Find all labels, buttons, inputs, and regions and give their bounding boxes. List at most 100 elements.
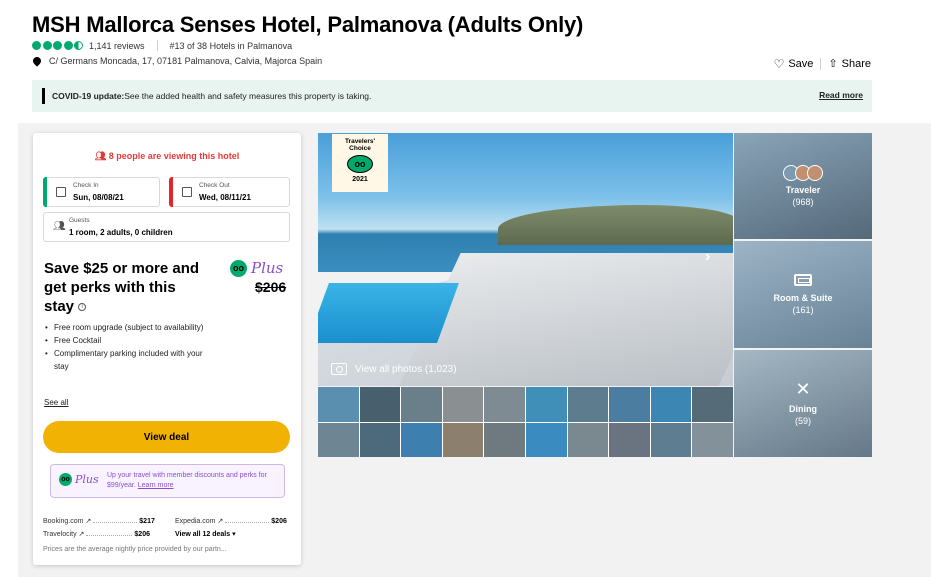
photo-thumbnail[interactable] bbox=[650, 387, 692, 422]
covid-label: COVID-19 update: bbox=[52, 91, 125, 101]
photo-thumbnail[interactable] bbox=[609, 387, 650, 422]
offer-price: $217 bbox=[139, 518, 155, 525]
photo-thumbnail[interactable] bbox=[359, 387, 401, 422]
rating-bubble-icon bbox=[53, 41, 62, 50]
photo-thumbnail[interactable] bbox=[525, 422, 567, 457]
perk-item: Free room upgrade (subject to availabili… bbox=[45, 321, 215, 334]
hotel-rank[interactable]: #13 of 38 Hotels in Palmanova bbox=[170, 41, 293, 51]
plus-promo-box: oo Plus Up your travel with member disco… bbox=[50, 464, 285, 498]
avatar bbox=[807, 164, 823, 181]
view-all-photos-button[interactable]: View all photos (1,023) bbox=[331, 363, 457, 375]
dotted-leader bbox=[225, 522, 270, 523]
rating-bubbles bbox=[32, 41, 83, 50]
photo-thumbnail[interactable] bbox=[692, 387, 733, 422]
read-more-link[interactable]: Read more bbox=[819, 90, 863, 100]
view-all-deals-link[interactable]: View all 12 deals ▾ bbox=[175, 530, 236, 538]
photo-thumbnail[interactable] bbox=[484, 422, 525, 457]
rating-bubble-icon bbox=[42, 41, 52, 50]
learn-more-link[interactable]: Learn more bbox=[138, 482, 174, 489]
rating-bubble-icon bbox=[32, 41, 41, 50]
check-in-value: Sun, 08/08/21 bbox=[73, 193, 124, 202]
photo-hill bbox=[498, 205, 733, 245]
check-in-field[interactable]: Check In Sun, 08/08/21 bbox=[43, 177, 160, 207]
dining-photos-tile[interactable]: ✕ Dining (59) bbox=[734, 350, 872, 457]
photo-thumbnail[interactable] bbox=[442, 422, 484, 457]
info-icon[interactable]: i bbox=[78, 303, 87, 312]
photo-thumbnail-strip bbox=[318, 387, 733, 457]
viewing-notice: 👥︎ 8 people are viewing this hotel bbox=[33, 151, 301, 162]
check-out-field[interactable]: Check Out Wed, 08/11/21 bbox=[169, 177, 290, 207]
reviews-link[interactable]: 1,141 reviews bbox=[89, 41, 145, 51]
tile-label: Room & Suite bbox=[773, 292, 833, 303]
traveler-photos-tile[interactable]: Traveler (968) bbox=[734, 133, 872, 239]
offer-price: $206 bbox=[271, 518, 287, 525]
room-suite-photos-tile[interactable]: Room & Suite (161) bbox=[734, 241, 872, 348]
photo-thumbnail[interactable] bbox=[609, 422, 650, 457]
photo-thumbnail[interactable] bbox=[401, 422, 442, 457]
photo-thumbnail[interactable] bbox=[359, 422, 401, 457]
photo-thumbnail[interactable] bbox=[525, 387, 567, 422]
banner-accent-bar bbox=[42, 88, 45, 104]
hotel-address[interactable]: C/ Germans Moncada, 17, 07181 Palmanova,… bbox=[49, 56, 322, 66]
promo-text: Up your travel with member discounts and… bbox=[107, 471, 282, 491]
viewing-text: 8 people are viewing this hotel bbox=[108, 151, 240, 161]
heart-icon: ♡ bbox=[773, 56, 785, 71]
tile-label: Traveler bbox=[785, 184, 821, 195]
badge-line: Travelers' bbox=[344, 138, 376, 145]
badge-year: 2021 bbox=[352, 176, 368, 183]
strikethrough-price: $206 bbox=[255, 279, 287, 295]
plus-logo: oo Plus bbox=[230, 259, 283, 277]
offer-row[interactable]: Booking.com ↗ $217 bbox=[43, 517, 155, 525]
share-button[interactable]: ⇧ Share bbox=[828, 57, 871, 71]
offer-site: Expedia.com ↗ bbox=[175, 518, 224, 525]
people-icon: 👥︎ bbox=[94, 151, 109, 161]
photo-thumbnail[interactable] bbox=[567, 387, 609, 422]
fork-knife-icon: ✕ bbox=[795, 379, 811, 399]
view-all-photos-label: View all photos (1,023) bbox=[355, 363, 457, 375]
save-button[interactable]: ♡ Save bbox=[774, 58, 814, 70]
check-in-stripe bbox=[43, 177, 47, 207]
divider bbox=[156, 40, 158, 51]
savings-text: Save $25 or more and get perks with this… bbox=[44, 260, 200, 315]
photo-thumbnail[interactable] bbox=[692, 422, 733, 457]
photo-thumbnail[interactable] bbox=[442, 387, 484, 422]
calendar-icon bbox=[56, 187, 66, 197]
check-out-value: Wed, 08/11/21 bbox=[199, 193, 251, 202]
photo-thumbnail[interactable] bbox=[318, 422, 359, 457]
photo-thumbnail[interactable] bbox=[484, 387, 525, 422]
tile-count: (161) bbox=[792, 304, 814, 315]
covid-banner: COVID-19 update: See the added health an… bbox=[32, 80, 872, 112]
next-photo-arrow-icon[interactable]: › bbox=[705, 248, 710, 266]
guests-field[interactable]: 👥︎ Guests 1 room, 2 adults, 0 children bbox=[43, 212, 290, 242]
booking-card: 👥︎ 8 people are viewing this hotel Check… bbox=[33, 133, 301, 565]
offer-row[interactable]: Travelocity ↗ $206 bbox=[43, 530, 150, 538]
offer-site: Travelocity ↗ bbox=[43, 531, 85, 538]
offer-price: $206 bbox=[134, 531, 150, 538]
owl-logo-icon: oo bbox=[230, 259, 247, 277]
offer-row[interactable]: Expedia.com ↗ $206 bbox=[175, 517, 287, 525]
plus-savings-headline: Save $25 or more and get perks with this… bbox=[44, 259, 204, 316]
share-label: Share bbox=[841, 57, 871, 70]
photo-thumbnail[interactable] bbox=[650, 422, 692, 457]
see-all-link[interactable]: See all bbox=[44, 398, 68, 407]
tile-count: (968) bbox=[792, 196, 814, 207]
guests-label: Guests bbox=[69, 217, 90, 224]
location-pin-icon bbox=[31, 55, 43, 67]
camera-icon bbox=[331, 363, 347, 375]
guests-icon: 👥︎ bbox=[53, 221, 66, 232]
save-label: Save bbox=[788, 57, 814, 70]
photo-thumbnail[interactable] bbox=[567, 422, 609, 457]
header-actions: ♡ Save ⇧ Share bbox=[774, 57, 871, 70]
calendar-icon bbox=[182, 187, 192, 197]
view-deal-button[interactable]: View deal bbox=[43, 421, 290, 453]
perk-item: Free Cocktail bbox=[45, 334, 215, 347]
plus-wordmark: Plus bbox=[75, 473, 99, 486]
photo-thumbnail[interactable] bbox=[401, 387, 442, 422]
rating-bubble-icon bbox=[63, 41, 73, 50]
check-out-label: Check Out bbox=[199, 182, 230, 189]
owl-logo-icon: oo bbox=[59, 473, 72, 486]
perk-item: Complimentary parking included with your… bbox=[45, 347, 215, 373]
perks-list: Free room upgrade (subject to availabili… bbox=[45, 321, 215, 373]
photo-thumbnail[interactable] bbox=[318, 387, 359, 422]
offer-site: Booking.com ↗ bbox=[43, 518, 92, 525]
